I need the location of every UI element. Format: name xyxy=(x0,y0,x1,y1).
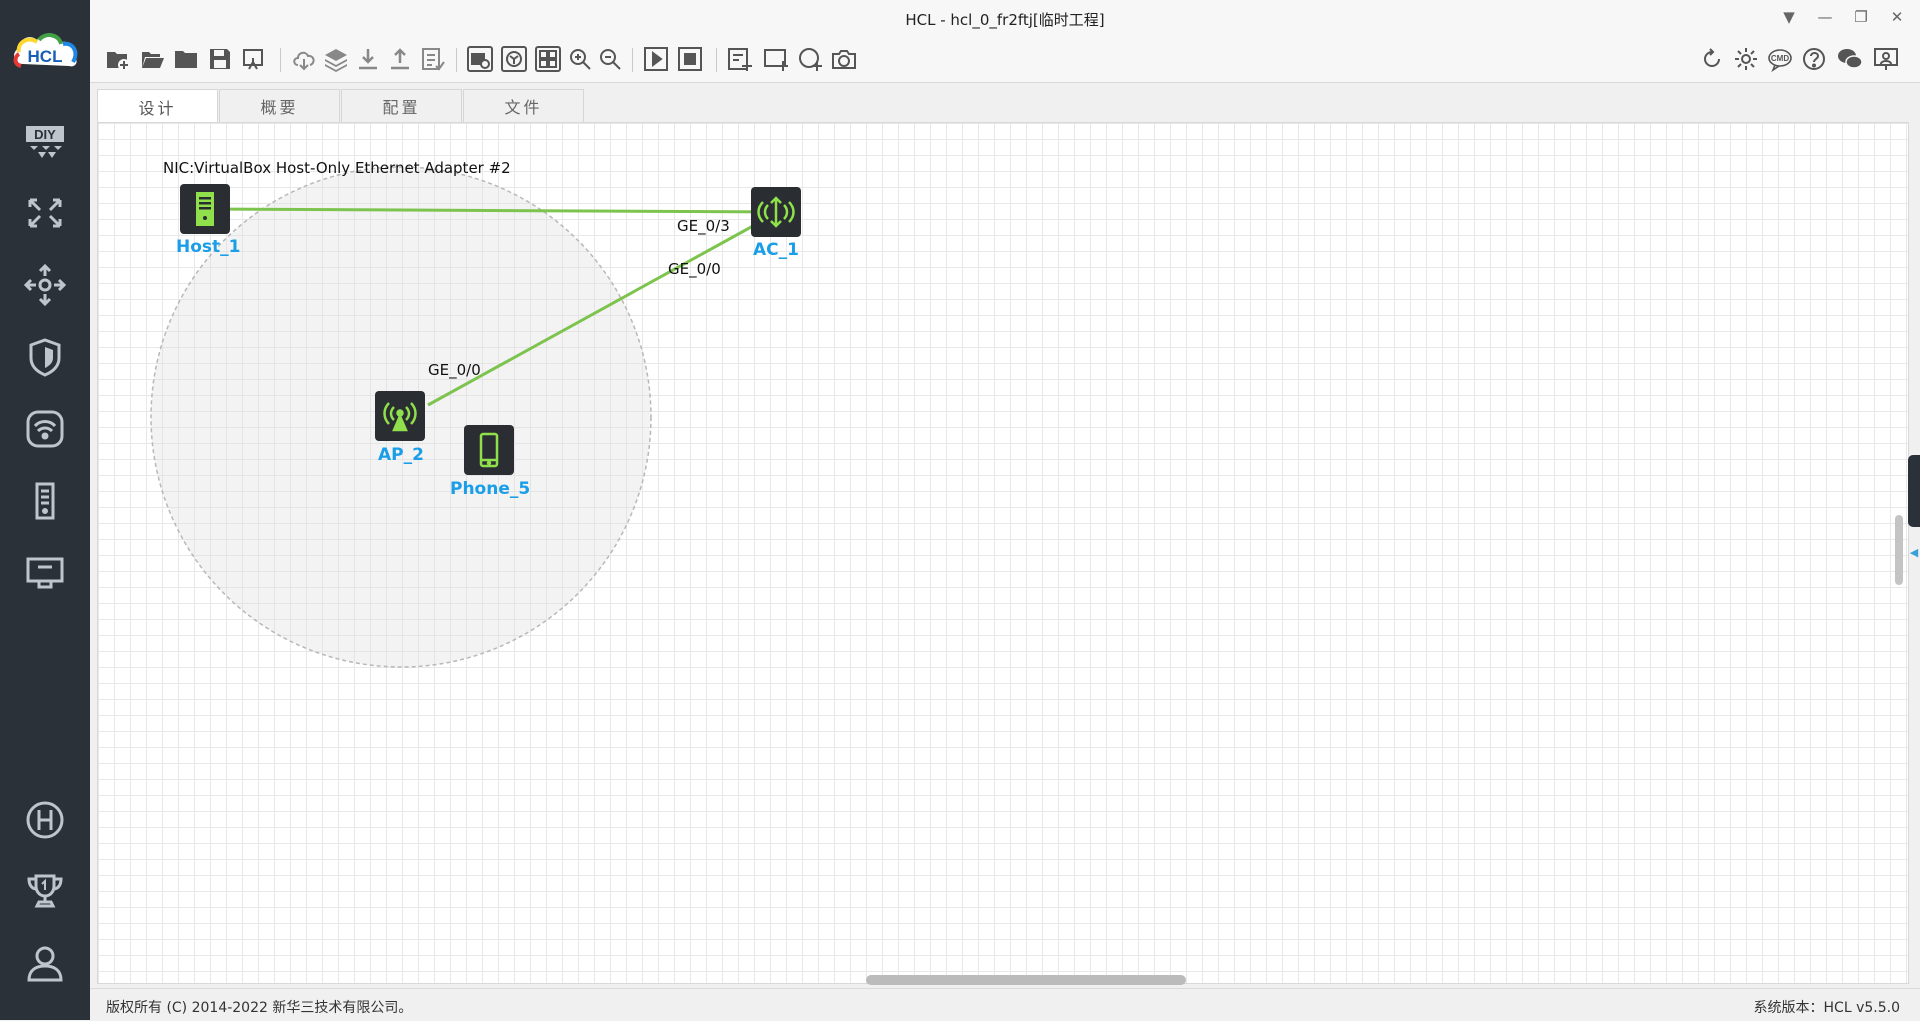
open-project-icon[interactable] xyxy=(138,46,166,72)
layers-icon[interactable] xyxy=(322,46,350,72)
refresh-icon[interactable] xyxy=(1698,46,1726,72)
firewall-icon[interactable] xyxy=(22,334,68,380)
camera-icon[interactable] xyxy=(830,46,858,72)
tab-design[interactable]: 设计 xyxy=(97,89,218,123)
zoom-in-icon[interactable] xyxy=(566,46,594,72)
tab-summary[interactable]: 概要 xyxy=(219,89,340,122)
left-sidebar: HCL DIY xyxy=(0,0,90,1020)
toolbar: CMD xyxy=(90,36,1920,83)
node-ac-1[interactable] xyxy=(751,187,801,237)
new-project-icon[interactable] xyxy=(104,46,132,72)
node-label-ac-1[interactable]: AC_1 xyxy=(753,240,799,260)
add-area-icon[interactable] xyxy=(762,46,790,72)
port-label-ap-ge00: GE_0/0 xyxy=(428,361,481,379)
user-icon[interactable] xyxy=(22,940,68,986)
h-logo-icon[interactable] xyxy=(22,797,68,843)
right-panel-handle[interactable] xyxy=(1908,455,1920,527)
version-text: 系统版本：HCL v5.5.0 xyxy=(1753,1000,1900,1016)
screenshot-icon[interactable] xyxy=(466,46,494,72)
nic-label: NIC:VirtualBox Host-Only Ethernet Adapte… xyxy=(163,159,511,177)
svg-text:DIY: DIY xyxy=(34,127,56,142)
cmd-icon[interactable]: CMD xyxy=(1766,46,1794,72)
topology-overlay xyxy=(150,166,777,668)
tab-files[interactable]: 文件 xyxy=(463,89,584,122)
ac-controller-icon xyxy=(757,196,795,228)
start-all-icon[interactable] xyxy=(642,46,670,72)
topology-canvas[interactable]: NIC:VirtualBox Host-Only Ethernet Adapte… xyxy=(97,122,1909,984)
cloud-download-icon[interactable] xyxy=(290,46,318,72)
add-circle-icon[interactable] xyxy=(796,46,824,72)
node-label-ap-2[interactable]: AP_2 xyxy=(378,445,424,465)
save-as-icon[interactable] xyxy=(240,46,268,72)
open-folder-icon[interactable] xyxy=(172,46,200,72)
svg-text:CMD: CMD xyxy=(1771,54,1789,63)
minimize-icon[interactable]: — xyxy=(1812,6,1838,28)
grid-view-icon[interactable] xyxy=(534,46,562,72)
tab-config[interactable]: 配置 xyxy=(341,89,462,122)
node-label-phone-5[interactable]: Phone_5 xyxy=(450,479,530,499)
window-title: HCL - hcl_0_fr2ftj[临时工程] xyxy=(905,11,1105,29)
phone-icon xyxy=(479,432,499,468)
port-label-ac-ge03: GE_0/3 xyxy=(677,217,730,235)
switch-icon[interactable] xyxy=(22,190,68,236)
export-icon[interactable] xyxy=(386,46,414,72)
status-bar: 版权所有 (C) 2014-2022 新华三技术有限公司。 系统版本：HCL v… xyxy=(90,988,1920,1021)
view-tabs: 设计 概要 配置 文件 xyxy=(97,89,585,123)
server-icon[interactable] xyxy=(22,478,68,524)
dropdown-menu-icon[interactable]: ▼ xyxy=(1776,6,1802,28)
restore-icon[interactable]: ❐ xyxy=(1848,6,1874,28)
node-ap-2[interactable] xyxy=(375,391,425,441)
router-icon[interactable] xyxy=(22,262,68,308)
copyright-text: 版权所有 (C) 2014-2022 新华三技术有限公司。 xyxy=(106,1000,413,1016)
close-icon[interactable]: ✕ xyxy=(1884,6,1910,28)
hcl-logo: HCL xyxy=(9,30,81,76)
checklist-icon[interactable] xyxy=(418,46,446,72)
import-icon[interactable] xyxy=(354,46,382,72)
save-icon[interactable] xyxy=(206,46,234,72)
terminal-icon[interactable] xyxy=(22,550,68,596)
access-point-icon xyxy=(383,402,417,432)
wireless-icon[interactable] xyxy=(22,406,68,452)
add-list-icon[interactable] xyxy=(726,46,754,72)
settings-gear-icon[interactable] xyxy=(1732,46,1760,72)
node-phone-5[interactable] xyxy=(464,425,514,475)
port-label-ac-ge00: GE_0/0 xyxy=(668,260,721,278)
host-icon xyxy=(196,192,214,226)
svg-text:HCL: HCL xyxy=(28,47,63,66)
topology-icon[interactable] xyxy=(500,46,528,72)
node-label-host-1[interactable]: Host_1 xyxy=(176,237,240,257)
stop-all-icon[interactable] xyxy=(676,46,704,72)
diy-icon[interactable]: DIY xyxy=(22,118,68,164)
presentation-icon[interactable] xyxy=(1872,46,1900,72)
vertical-scrollbar[interactable] xyxy=(1895,515,1903,585)
collapse-arrow-icon[interactable]: ◀ xyxy=(1908,540,1920,564)
help-icon[interactable] xyxy=(1800,46,1828,72)
title-bar: HCL - hcl_0_fr2ftj[临时工程] ▼ — ❐ ✕ xyxy=(90,0,1920,37)
node-host-1[interactable] xyxy=(180,184,230,234)
trophy-icon[interactable] xyxy=(22,868,68,914)
wechat-icon[interactable] xyxy=(1836,46,1864,72)
horizontal-scrollbar[interactable] xyxy=(866,975,1186,985)
zoom-out-icon[interactable] xyxy=(596,46,624,72)
